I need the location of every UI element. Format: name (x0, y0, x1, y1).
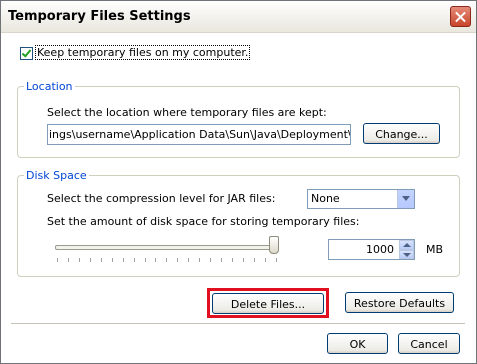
dialog-body: Keep temporary files on my computer. Loc… (1, 33, 476, 363)
compression-value: None (311, 192, 340, 205)
cancel-button[interactable]: Cancel (398, 333, 460, 354)
delete-files-button[interactable]: Delete Files... (212, 293, 324, 314)
location-path-field[interactable]: ings\username\Application Data\Sun\Java\… (47, 124, 351, 145)
compression-label: Select the compression level for JAR fil… (47, 192, 276, 205)
change-button[interactable]: Change... (363, 123, 440, 144)
location-group: Location (17, 80, 460, 158)
window-title: Temporary Files Settings (8, 9, 191, 24)
spin-down-icon[interactable] (399, 249, 414, 259)
slider-ticks (57, 258, 277, 263)
keep-files-checkbox[interactable] (20, 47, 33, 60)
unit-label: MB (426, 243, 444, 256)
location-description: Select the location where temporary file… (47, 106, 327, 119)
disk-space-stepper[interactable]: 1000 (328, 239, 415, 260)
ok-button[interactable]: OK (327, 333, 388, 354)
disk-amount-label: Set the amount of disk space for storing… (47, 215, 360, 228)
location-legend: Location (24, 80, 75, 93)
location-path: ings\username\Application Data\Sun\Java\… (49, 128, 351, 141)
spinner-buttons[interactable] (399, 240, 414, 259)
restore-defaults-button[interactable]: Restore Defaults (345, 292, 454, 313)
disk-space-value[interactable]: 1000 (366, 243, 394, 256)
close-icon[interactable] (450, 6, 471, 27)
spin-up-icon[interactable] (399, 240, 414, 250)
disk-space-slider-thumb[interactable] (269, 236, 279, 254)
disk-space-legend: Disk Space (24, 169, 89, 182)
chevron-down-icon[interactable] (397, 190, 414, 208)
footer-divider (11, 323, 465, 324)
disk-space-slider-track[interactable] (55, 245, 279, 250)
title-bar[interactable]: Temporary Files Settings (1, 1, 476, 33)
compression-select[interactable]: None (307, 189, 415, 209)
keep-files-label[interactable]: Keep temporary files on my computer. (35, 45, 251, 60)
dialog-window: Temporary Files Settings Keep temporary … (0, 0, 477, 364)
